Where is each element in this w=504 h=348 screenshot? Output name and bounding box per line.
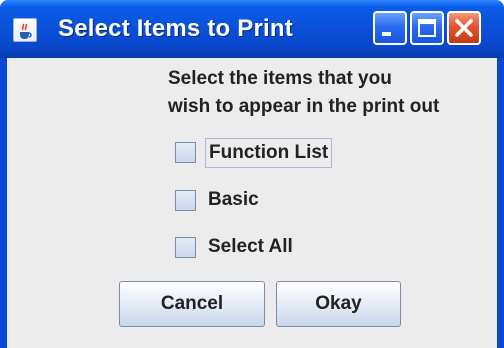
checkbox-label[interactable]: Function List <box>205 138 333 168</box>
minimize-icon <box>382 32 391 36</box>
cancel-button[interactable]: Cancel <box>119 281 265 327</box>
minimize-button[interactable] <box>373 11 407 45</box>
maximize-button[interactable] <box>410 11 444 45</box>
checkbox-label[interactable]: Select All <box>205 233 296 263</box>
title-bar[interactable]: Select Items to Print <box>0 0 504 58</box>
close-button[interactable] <box>447 11 481 45</box>
maximize-icon <box>418 19 436 37</box>
checkbox-label[interactable]: Basic <box>205 186 262 216</box>
checkbox-box[interactable] <box>175 142 196 163</box>
java-cup-icon <box>13 18 37 42</box>
checkbox-box[interactable] <box>175 237 196 258</box>
okay-button[interactable]: Okay <box>276 281 401 327</box>
checkbox-box[interactable] <box>175 190 196 211</box>
close-icon <box>455 19 473 37</box>
instruction-text-line1: Select the items that you <box>168 68 392 89</box>
window-title: Select Items to Print <box>58 15 293 42</box>
instruction-text-line2: wish to appear in the print out <box>168 96 440 117</box>
